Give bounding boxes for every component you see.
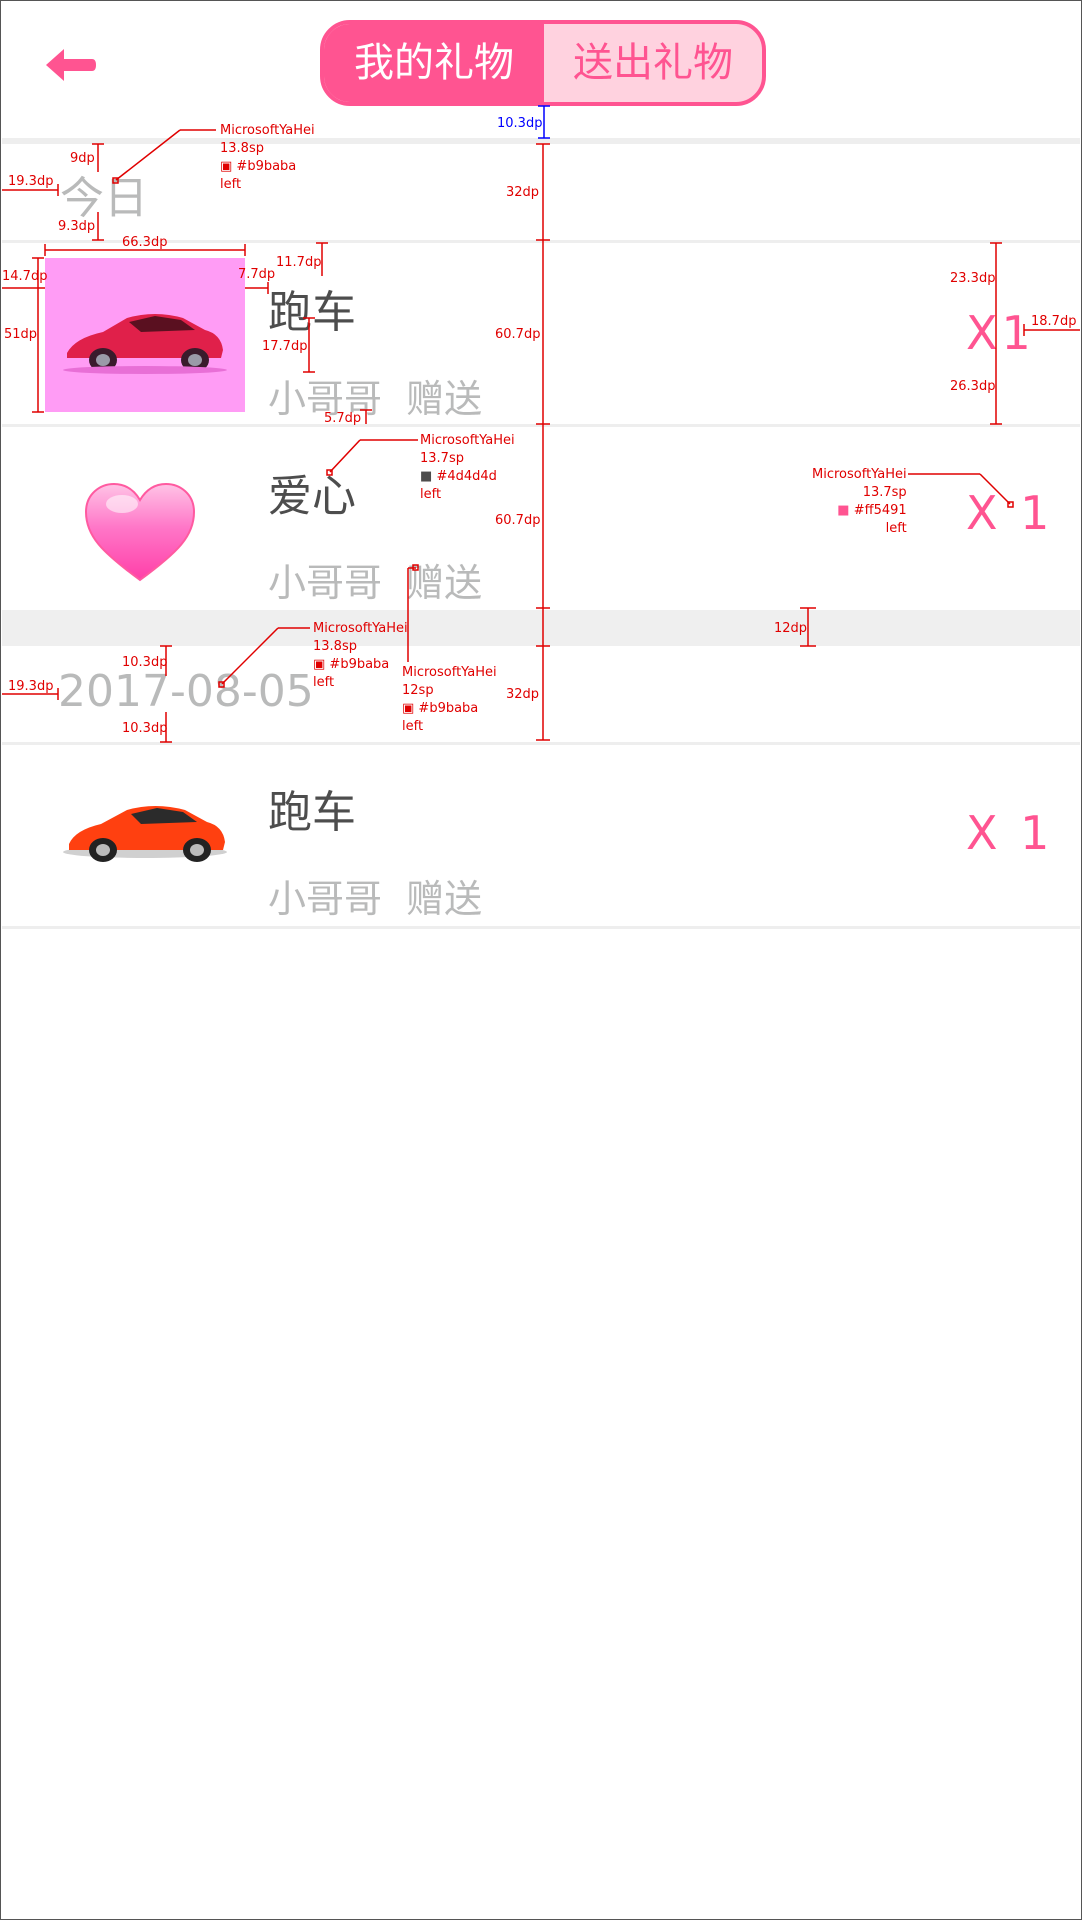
annotation-label: 17.7dp [262,339,308,354]
annotation-label: 19.3dp [8,679,54,694]
annotation-label: 18.7dp [1031,314,1077,329]
annotation-label: 10.3dp [122,721,168,736]
annotation-font-spec: MicrosoftYaHei 12sp ▣ #b9baba left [402,665,497,734]
annotation-font-spec: MicrosoftYaHei 13.7sp ■ #4d4d4d left [420,433,515,502]
annotation-label: 9dp [70,151,95,166]
annotation-label: 11.7dp [276,255,322,270]
annotation-label: 26.3dp [950,379,996,394]
annotation-label: 66.3dp [122,235,168,250]
annotation-label: 51dp [4,327,38,342]
annotation-font-spec: MicrosoftYaHei 13.7sp ■ #ff5491 left [812,467,907,536]
annotation-font-spec: MicrosoftYaHei 13.8sp ▣ #b9baba left [220,123,315,192]
annotation-label: 32dp [506,185,540,200]
annotation-label: 12dp [774,621,808,636]
annotation-label: 32dp [506,687,540,702]
redline-annotations [2,105,1080,743]
annotation-label: 9.3dp [58,219,96,234]
annotation-label: 14.7dp [2,269,48,284]
annotation-label: 10.3dp [122,655,168,670]
annotation-label: 60.7dp [495,513,541,528]
annotation-label: 7.7dp [238,267,276,282]
annotation-label: 60.7dp [495,327,541,342]
annotation-label: 10.3dp [497,116,543,131]
annotation-label: 23.3dp [950,271,996,286]
annotation-label: 19.3dp [8,174,54,189]
annotation-label: 5.7dp [324,411,362,426]
annotation-font-spec: MicrosoftYaHei 13.8sp ▣ #b9baba left [313,621,408,690]
